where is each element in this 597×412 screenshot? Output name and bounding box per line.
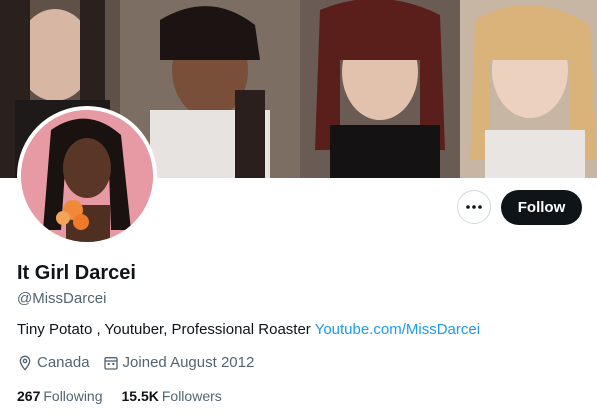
followers-link[interactable]: 15.5K Followers xyxy=(122,388,222,404)
joined-item: Joined August 2012 xyxy=(103,354,255,371)
calendar-icon xyxy=(103,356,118,370)
profile-stats: 267 Following 15.5K Followers xyxy=(17,388,241,404)
more-dots-icon xyxy=(466,205,482,209)
followers-label: Followers xyxy=(161,388,222,404)
followers-count: 15.5K xyxy=(121,388,159,404)
bio-text: Tiny Potato , Youtuber, Professional Roa… xyxy=(17,321,315,338)
following-count: 267 xyxy=(17,388,41,404)
profile-bio: Tiny Potato , Youtuber, Professional Roa… xyxy=(17,321,480,338)
following-label: Following xyxy=(43,388,103,404)
follow-button[interactable]: Follow xyxy=(501,190,582,225)
more-options-button[interactable] xyxy=(457,190,491,224)
profile-handle: @MissDarcei xyxy=(17,290,107,307)
bio-link[interactable]: Youtube.com/MissDarcei xyxy=(315,321,480,338)
profile-display-name: It Girl Darcei xyxy=(17,262,136,284)
location-pin-icon xyxy=(19,355,31,371)
profile-avatar[interactable] xyxy=(17,106,157,246)
following-link[interactable]: 267 Following xyxy=(17,388,103,404)
profile-meta: Canada Joined August 2012 xyxy=(17,354,267,371)
joined-text: Joined August 2012 xyxy=(122,354,255,371)
location-item: Canada xyxy=(17,354,90,371)
location-text: Canada xyxy=(37,354,90,371)
avatar-photo xyxy=(21,110,153,242)
